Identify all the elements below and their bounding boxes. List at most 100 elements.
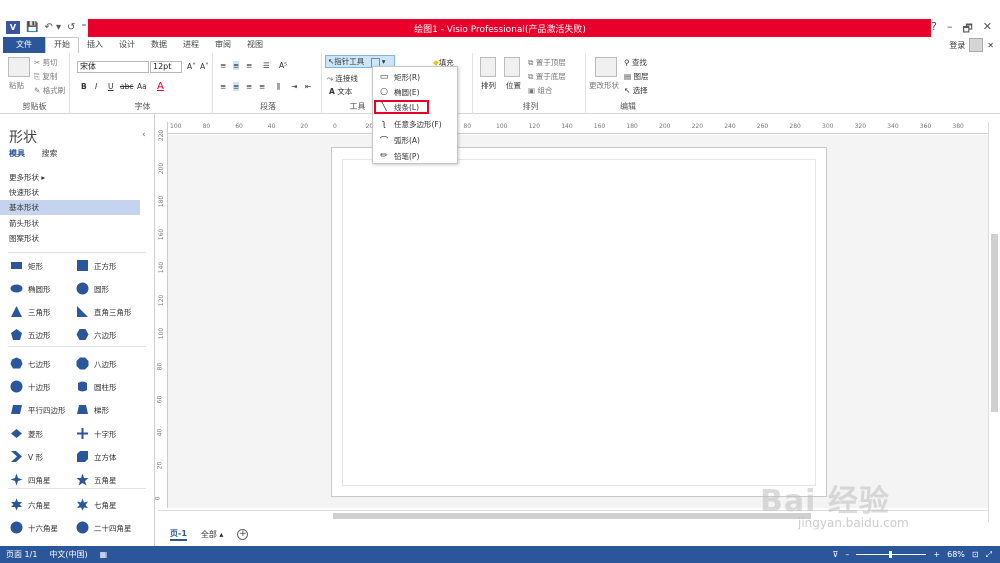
stencil-quick-shapes[interactable]: 快速形状 [0,185,140,200]
arrange-icon[interactable] [480,57,496,77]
italic-button[interactable]: I [95,82,97,91]
send-to-back-button[interactable]: ⧉ 置于底层 [528,71,566,82]
paste-icon[interactable] [8,57,30,77]
bold-button[interactable]: B [81,82,87,91]
shape-item[interactable]: 六边形 [76,327,117,343]
shape-item[interactable]: 矩形 [10,258,43,274]
stencil-arrow-shapes[interactable]: 箭头形状 [0,216,140,231]
shape-item[interactable]: 圆柱形 [76,379,117,395]
shape-item[interactable]: 立方体 [76,449,117,465]
shape-item[interactable]: 椭圆形 [10,281,51,297]
text-tool-button[interactable]: A 文本 [329,86,352,97]
page-tab-1[interactable]: 页-1 [170,528,187,541]
group-button[interactable]: ▣ 组合 [528,85,552,96]
shape-item[interactable]: 四角星 [10,472,51,488]
save-icon[interactable]: 💾 [26,22,38,33]
align-right-icon[interactable]: ≡ [246,82,252,91]
cut-button[interactable]: ✂ 剪切 [34,57,58,68]
sign-in-link[interactable]: 登录 [949,40,965,51]
find-button[interactable]: ⚲ 查找 [624,57,647,68]
zoom-in-button[interactable]: + [933,550,940,559]
switch-windows-icon[interactable]: ⤢ [986,550,992,560]
shape-item[interactable]: 十六角星 [10,520,58,536]
shape-item[interactable]: 五角星 [76,472,117,488]
bring-to-front-button[interactable]: ⧉ 置于顶层 [528,57,566,68]
outdent-icon[interactable]: ⇤ [305,82,311,91]
shape-item[interactable]: 菱形 [10,426,43,442]
language-indicator[interactable]: 中文(中国) [49,549,87,560]
avatar[interactable] [969,38,984,52]
stencil-more-shapes[interactable]: 更多形状 ▸ [0,170,140,185]
drawing-page[interactable] [331,147,827,497]
change-case-button[interactable]: Aa [137,82,147,91]
font-size-increase-icon[interactable]: A⁵ [279,61,287,70]
align-left-icon[interactable]: ≡ [220,82,226,91]
customize-qat-icon[interactable]: ⁼ [81,22,86,33]
layers-button[interactable]: ▤ 图层 [624,71,648,82]
indent-icon[interactable]: ⇥ [291,82,297,91]
shape-item[interactable]: V 形 [10,449,43,465]
dd-arc[interactable]: ⌒ 弧形(A) [376,133,456,147]
arrange-button[interactable]: 排列 [481,80,496,91]
format-painter-button[interactable]: ✎ 格式刷 [34,85,65,96]
tab-stencils[interactable]: 模具 [9,149,25,158]
shape-item[interactable]: 八边形 [76,356,117,372]
zoom-level[interactable]: 68% [947,550,965,559]
vertical-scroll-thumb[interactable] [991,234,998,412]
align-center-icon[interactable]: ≡ [233,82,240,91]
connector-button[interactable]: ⤳ 连接线 [327,73,358,84]
shape-item[interactable]: 梯形 [76,402,109,418]
tab-design[interactable]: 设计 [111,37,143,53]
tab-file[interactable]: 文件 [3,37,45,53]
shape-item[interactable]: 十边形 [10,379,51,395]
dd-pencil[interactable]: ✏ 铅笔(P) [376,149,456,163]
position-button[interactable]: 位置 [506,80,521,91]
paste-button[interactable]: 粘贴 [9,80,24,91]
stencil-basic-shapes[interactable]: 基本形状 [0,200,140,215]
align-top-icon[interactable]: ≡ [220,61,226,70]
align-bottom-icon[interactable]: ≡ [246,61,252,70]
all-pages-button[interactable]: 全部 ▴ [201,529,224,540]
shape-item[interactable]: 正方形 [76,258,117,274]
select-button[interactable]: ↖ 选择 [624,85,648,96]
strikethrough-button[interactable]: abc [120,82,133,91]
justify-icon[interactable]: ≡ [259,82,265,91]
tab-insert[interactable]: 插入 [79,37,111,53]
redo-icon[interactable]: ↺ [67,22,75,33]
change-shape-button[interactable]: 更改形状 [589,80,619,91]
shape-item[interactable]: 七边形 [10,356,51,372]
copy-button[interactable]: ⎘ 复制 [34,71,57,82]
dd-ellipse[interactable]: ○ 椭圆(E) [376,85,456,99]
tab-data[interactable]: 数据 [143,37,175,53]
shape-item[interactable]: 圆形 [76,281,109,297]
undo-icon[interactable]: ↶ ▾ [44,22,61,33]
collapse-panel-icon[interactable]: ‹ [142,130,146,140]
shape-item[interactable]: 三角形 [10,304,51,320]
drawing-canvas[interactable] [168,135,988,508]
horizontal-scroll-thumb[interactable] [333,513,811,519]
position-icon[interactable] [504,57,520,77]
tab-home[interactable]: 开始 [45,37,79,53]
dd-line[interactable]: ╲ 线条(L) [374,100,429,114]
dd-freeform[interactable]: ʅ 任意多边形(F) [376,117,456,131]
close-document-button[interactable]: ✕ [987,41,994,50]
shape-item[interactable]: 二十四角星 [76,520,132,536]
change-shape-icon[interactable] [595,57,617,77]
add-page-icon[interactable]: + [237,528,249,540]
fit-page-icon[interactable]: ⊡ [972,550,979,559]
shape-item[interactable]: 六角星 [10,497,51,513]
tab-view[interactable]: 视图 [239,37,271,53]
macro-icon[interactable]: ▦ [100,550,108,559]
font-size-combo[interactable]: 12pt [150,61,182,73]
dd-rectangle[interactable]: ▭ 矩形(R) [376,70,456,84]
zoom-slider[interactable] [856,551,927,558]
page-indicator[interactable]: 页面 1/1 [6,549,37,560]
underline-button[interactable]: U [108,82,114,91]
shape-item[interactable]: 平行四边形 [10,402,66,418]
tab-process[interactable]: 进程 [175,37,207,53]
grow-font-button[interactable]: A˄ [187,62,196,71]
tab-search[interactable]: 搜索 [42,149,58,158]
shape-item[interactable]: 五边形 [10,327,51,343]
tab-review[interactable]: 审阅 [207,37,239,53]
shrink-font-button[interactable]: A˅ [200,62,209,71]
